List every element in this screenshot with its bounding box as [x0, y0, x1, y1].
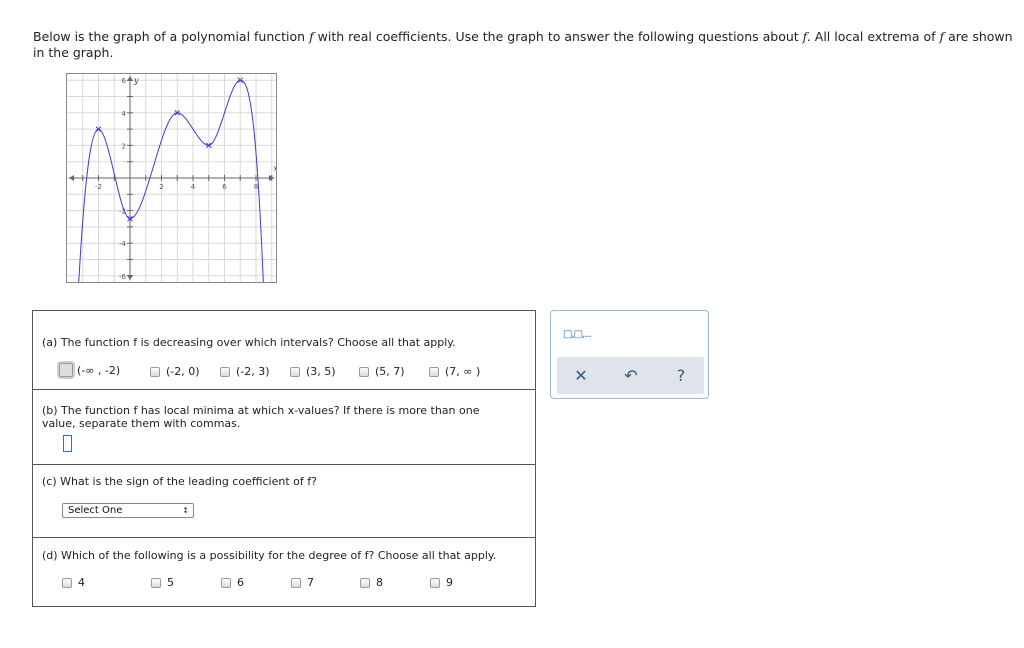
y-tick-label: 6 [122, 77, 127, 85]
select-value: Select One [68, 505, 123, 516]
option-label: 5 [167, 576, 174, 589]
checkbox[interactable] [291, 577, 301, 588]
question-d: (d) Which of the following is a possibil… [33, 538, 535, 606]
y-axis-label: y [133, 76, 139, 85]
option-label: (7, ∞ ) [445, 365, 481, 378]
tools-bar: ✕ ↶ ? [557, 357, 704, 394]
intro-part-2: with real coefficients. Use the graph to… [313, 29, 803, 44]
list-template-button[interactable]: □,□,... [563, 329, 592, 340]
option-label: 6 [237, 576, 244, 589]
option-d-0[interactable]: 4 [62, 576, 85, 589]
checkbox[interactable] [290, 366, 300, 377]
option-a-5[interactable]: (7, ∞ ) [429, 365, 480, 378]
polynomial-graph: -22468642-2-4-6xy [66, 73, 277, 283]
x-tick-label: 6 [222, 183, 227, 191]
option-a-1[interactable]: (-2, 0) [150, 365, 200, 378]
undo-button[interactable]: ↶ [611, 357, 651, 394]
polynomial-curve [78, 79, 264, 282]
option-label: 9 [446, 576, 453, 589]
option-label: (5, 7) [375, 365, 405, 378]
option-d-5[interactable]: 9 [430, 576, 453, 589]
x-tick-label: 2 [159, 183, 163, 191]
option-label: 8 [376, 576, 383, 589]
question-b-text: (b) The function f has local minima at w… [42, 404, 480, 430]
question-a: (a) The function f is decreasing over wh… [33, 311, 535, 390]
option-label: 4 [78, 576, 85, 589]
x-tick-label: 8 [254, 183, 258, 191]
option-d-2[interactable]: 6 [221, 576, 244, 589]
x-axis-label: x [273, 164, 276, 173]
x-axis-arrow-left [69, 175, 74, 181]
y-tick-label: 2 [122, 142, 126, 150]
x-tick-label: -2 [95, 183, 102, 191]
checkbox[interactable] [221, 577, 231, 588]
option-label: 7 [307, 576, 314, 589]
option-a-0[interactable]: (-∞ , -2) [59, 363, 120, 377]
checkbox[interactable] [151, 577, 161, 588]
y-tick-label: 4 [122, 110, 127, 118]
checkbox[interactable] [360, 577, 370, 588]
question-c: (c) What is the sign of the leading coef… [33, 465, 535, 538]
checkbox[interactable] [429, 366, 439, 377]
y-tick-label: -4 [119, 240, 127, 248]
option-a-3[interactable]: (3, 5) [290, 365, 336, 378]
option-d-1[interactable]: 5 [151, 576, 174, 589]
option-d-3[interactable]: 7 [291, 576, 314, 589]
checkbox[interactable] [62, 577, 72, 588]
checkbox[interactable] [359, 366, 369, 377]
intro-f-2: f. [802, 29, 811, 44]
close-icon: ✕ [574, 366, 588, 385]
checkbox[interactable] [59, 363, 73, 377]
questions-table: (a) The function f is decreasing over wh… [32, 310, 536, 607]
x-tick-label: 4 [191, 183, 196, 191]
answer-input-b[interactable] [63, 435, 72, 452]
option-label: (-2, 3) [236, 365, 270, 378]
option-label: (-2, 0) [166, 365, 200, 378]
option-label: (3, 5) [306, 365, 336, 378]
question-b: (b) The function f has local minima at w… [33, 390, 535, 465]
answer-tools-panel: □,□,... ✕ ↶ ? [550, 310, 709, 399]
option-a-4[interactable]: (5, 7) [359, 365, 405, 378]
sign-select[interactable]: Select One ↕ [62, 503, 194, 518]
option-d-4[interactable]: 8 [360, 576, 383, 589]
question-a-text: (a) The function f is decreasing over wh… [42, 336, 456, 349]
help-button[interactable]: ? [661, 357, 701, 394]
clear-button[interactable]: ✕ [561, 357, 601, 394]
intro-part-3: All local extrema of [810, 29, 940, 44]
option-a-2[interactable]: (-2, 3) [220, 365, 270, 378]
intro-part-1: Below is the graph of a polynomial funct… [33, 29, 310, 44]
question-d-text: (d) Which of the following is a possibil… [42, 549, 497, 562]
checkbox[interactable] [220, 366, 230, 377]
option-label: (-∞ , -2) [77, 363, 121, 377]
intro-text: Below is the graph of a polynomial funct… [33, 29, 1018, 61]
help-icon: ? [676, 366, 686, 385]
updown-arrow-icon: ↕ [182, 506, 189, 515]
undo-icon: ↶ [624, 366, 638, 385]
checkbox[interactable] [430, 577, 440, 588]
question-c-text: (c) What is the sign of the leading coef… [42, 475, 317, 488]
y-tick-label: -6 [119, 273, 127, 281]
checkbox[interactable] [150, 366, 160, 377]
graph-canvas: -22468642-2-4-6xy [67, 74, 276, 282]
